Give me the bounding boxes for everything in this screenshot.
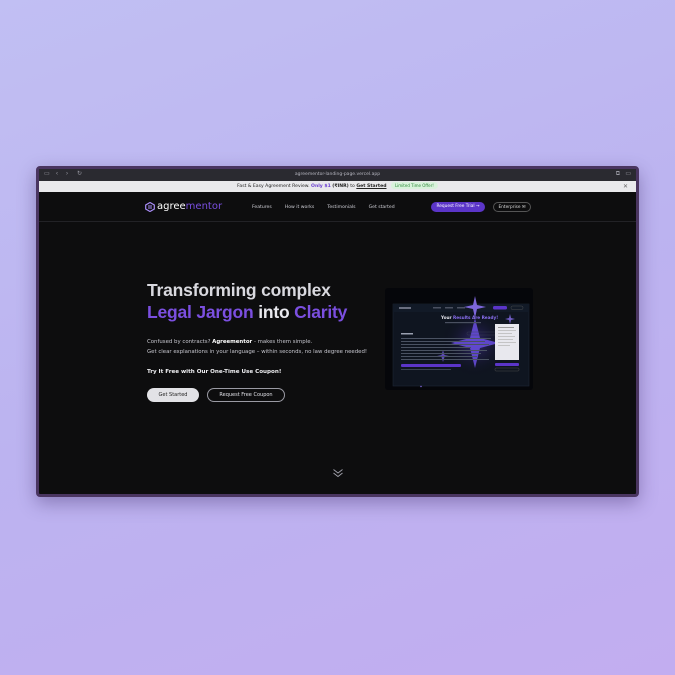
banner-to: to bbox=[350, 184, 355, 189]
promo-banner: Fast & Easy Agreement Review. Only $1 (₹… bbox=[39, 181, 636, 192]
hero-heading-into: into bbox=[258, 302, 290, 322]
nav-link-get-started[interactable]: Get started bbox=[369, 205, 395, 210]
request-free-trial-button[interactable]: Request Free Trial → bbox=[431, 202, 485, 212]
close-icon[interactable]: ✕ bbox=[623, 181, 628, 192]
address-bar[interactable]: agreementor-landing-page.vercel.app bbox=[39, 169, 636, 181]
url-text: agreementor-landing-page.vercel.app bbox=[294, 172, 381, 177]
logo-text-agree: agree bbox=[157, 201, 186, 212]
hero-section: Transforming complex Legal Jargon into C… bbox=[147, 279, 387, 402]
hero-heading: Transforming complex Legal Jargon into C… bbox=[147, 279, 387, 323]
site-navbar: agreementor Features How it works Testim… bbox=[39, 192, 636, 222]
browser-window: ▭ ‹ › ↻ agreementor-landing-page.vercel.… bbox=[36, 166, 639, 497]
arrow-right-icon: → bbox=[475, 204, 480, 209]
hero-sub-confused: Confused by contracts? bbox=[147, 339, 211, 345]
enterprise-button[interactable]: Enterprise ✉ bbox=[493, 202, 531, 212]
mail-icon: ✉ bbox=[521, 205, 526, 210]
hero-heading-clarity: Clarity bbox=[294, 302, 348, 322]
share-icon[interactable]: ⧉ bbox=[616, 171, 620, 178]
hero-heading-legal-jargon: Legal Jargon bbox=[147, 302, 254, 322]
hero-sub-brand: Agreementor bbox=[212, 339, 253, 345]
preview-illustration: Your Results Are Ready! bbox=[392, 296, 530, 388]
nav-link-features[interactable]: Features bbox=[252, 205, 272, 210]
browser-titlebar: ▭ ‹ › ↻ agreementor-landing-page.vercel.… bbox=[39, 169, 636, 181]
nav-link-testimonials[interactable]: Testimonials bbox=[327, 205, 355, 210]
get-started-button[interactable]: Get Started bbox=[147, 388, 199, 402]
hero-subtitle: Confused by contracts? Agreementor - mak… bbox=[147, 337, 387, 357]
request-free-coupon-button[interactable]: Request Free Coupon bbox=[207, 388, 285, 402]
banner-get-started-link[interactable]: Get Started bbox=[356, 184, 386, 189]
app-preview-image: Your Results Are Ready! bbox=[385, 288, 533, 390]
site-logo[interactable]: agreementor bbox=[145, 201, 222, 212]
coupon-cta-text: Try It Free with Our One-Time Use Coupon… bbox=[147, 369, 282, 375]
banner-currency: (₹INR) bbox=[332, 184, 349, 189]
hero-heading-line1: Transforming complex bbox=[147, 280, 331, 300]
logo-icon bbox=[145, 201, 155, 212]
hero-sub-simple: - makes them simple. bbox=[253, 339, 313, 345]
preview-title: Your Results Are Ready! bbox=[440, 315, 498, 320]
scroll-down-chevron-icon[interactable] bbox=[332, 468, 344, 478]
limited-offer-badge: Limited Time Offer! bbox=[390, 182, 438, 189]
navbar-divider bbox=[39, 221, 636, 222]
tabs-icon[interactable]: ▭ bbox=[625, 171, 631, 178]
trial-label: Request Free Trial bbox=[436, 204, 475, 209]
logo-text-mentor: mentor bbox=[185, 201, 223, 212]
banner-price: Only $1 bbox=[311, 184, 331, 189]
banner-text: Fast & Easy Agreement Review. bbox=[237, 184, 310, 189]
enterprise-label: Enterprise bbox=[498, 205, 521, 210]
hero-sub-line2: Get clear explanations in your language … bbox=[147, 349, 368, 355]
nav-link-how-it-works[interactable]: How it works bbox=[285, 205, 315, 210]
